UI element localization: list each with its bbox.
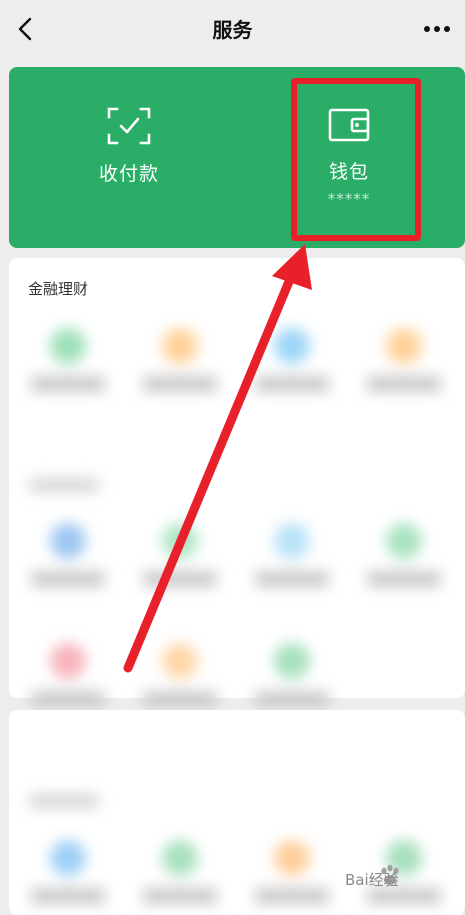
blurred-service-grid bbox=[9, 318, 465, 707]
blurred-item[interactable] bbox=[247, 643, 337, 707]
top-bar: 服务 bbox=[0, 0, 465, 58]
finance-section: 金融理财 bbox=[9, 258, 465, 707]
wallet-highlight-box bbox=[291, 78, 421, 241]
blurred-item[interactable] bbox=[23, 523, 113, 587]
watermark-text: Bai经验 bbox=[345, 871, 399, 889]
blurred-item[interactable] bbox=[135, 523, 225, 587]
blurred-item[interactable] bbox=[23, 328, 113, 392]
pay-receive-label: 收付款 bbox=[98, 163, 159, 185]
section-title: 金融理财 bbox=[28, 280, 89, 298]
pay-receive-button[interactable]: 收付款 bbox=[69, 107, 189, 186]
blurred-item[interactable] bbox=[359, 328, 449, 392]
blurred-item[interactable] bbox=[135, 840, 225, 904]
scan-check-icon bbox=[107, 107, 151, 145]
blurred-subtitle bbox=[29, 794, 99, 808]
more-dots-icon bbox=[424, 26, 450, 32]
page-title: 服务 bbox=[212, 18, 253, 42]
blurred-item[interactable] bbox=[247, 840, 337, 904]
more-button[interactable] bbox=[419, 14, 455, 44]
blurred-item[interactable] bbox=[135, 643, 225, 707]
blurred-item[interactable] bbox=[247, 328, 337, 392]
blurred-item[interactable] bbox=[135, 328, 225, 392]
blurred-subtitle bbox=[29, 478, 99, 492]
blurred-item[interactable] bbox=[23, 643, 113, 707]
baidu-watermark: Bai经验 bbox=[345, 864, 441, 893]
blurred-item[interactable] bbox=[359, 523, 449, 587]
blurred-item[interactable] bbox=[247, 523, 337, 587]
blurred-item[interactable] bbox=[23, 840, 113, 904]
